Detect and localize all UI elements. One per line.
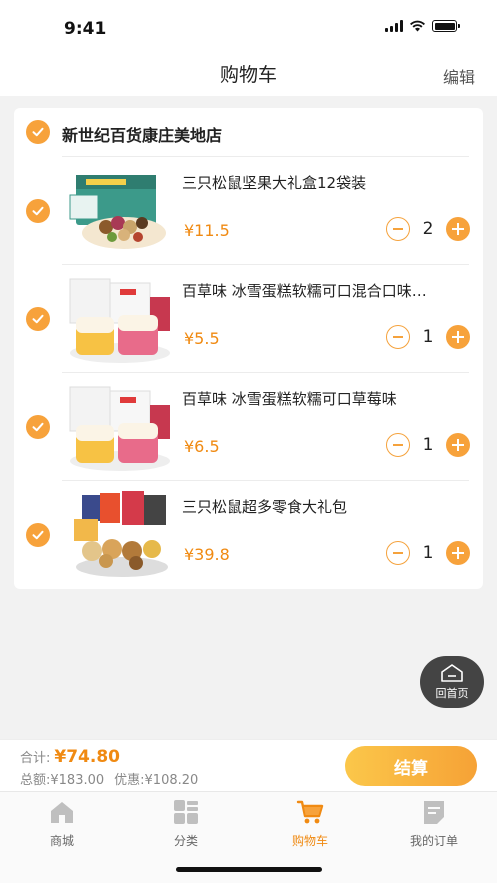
total-value: ¥74.80 <box>54 747 120 767</box>
total-row: 合计: ¥74.80 <box>20 747 120 767</box>
edit-button[interactable]: 编辑 <box>443 64 475 88</box>
item-checkbox[interactable] <box>26 307 50 331</box>
tab-label: 购物车 <box>291 834 328 848</box>
tab-cart[interactable]: 购物车 <box>248 798 372 849</box>
cart-item: 三只松鼠坚果大礼盒12袋装 ¥11.5 2 <box>14 157 483 265</box>
decrease-button[interactable] <box>386 433 410 457</box>
checkmark-icon <box>32 530 44 540</box>
item-price: ¥5.5 <box>184 329 220 348</box>
cart-item: 百草味 冰雪蛋糕软糯可口混合口味早餐 ¥5.5 1 <box>14 265 483 373</box>
item-title[interactable]: 百草味 冰雪蛋糕软糯可口混合口味早餐 <box>182 280 440 301</box>
back-home-label: 回首页 <box>435 687 469 700</box>
tab-mall[interactable]: 商城 <box>0 798 124 849</box>
cart-item: 百草味 冰雪蛋糕软糯可口草莓味 ¥6.5 1 <box>14 373 483 481</box>
nav-bar: 购物车 编辑 <box>0 56 497 96</box>
status-time: 9:41 <box>64 19 107 39</box>
tab-label: 商城 <box>49 834 74 848</box>
store-name: 新世纪百货康庄美地店 <box>62 126 223 145</box>
product-image[interactable] <box>66 273 174 365</box>
checkout-bar: 合计: ¥74.80 总额:¥183.00 优惠:¥108.20 结算 <box>0 739 497 791</box>
decrease-button[interactable] <box>386 541 410 565</box>
page-title: 购物车 <box>219 64 277 86</box>
checkmark-icon <box>32 314 44 324</box>
checkmark-icon <box>32 206 44 216</box>
store-checkbox[interactable] <box>26 120 50 144</box>
increase-button[interactable] <box>446 541 470 565</box>
quantity-value: 1 <box>422 435 434 455</box>
increase-button[interactable] <box>446 217 470 241</box>
battery-icon <box>432 20 460 32</box>
back-home-button[interactable]: 回首页 <box>420 656 484 708</box>
cart-item: 三只松鼠超多零食大礼包 ¥39.8 1 <box>14 481 483 589</box>
item-price: ¥39.8 <box>184 545 230 564</box>
grid-icon <box>174 800 198 824</box>
quantity-value: 2 <box>422 219 434 239</box>
product-image[interactable] <box>66 381 174 473</box>
cart-card: 新世纪百货康庄美地店 三只松鼠坚果大礼盒12袋装 ¥11.5 2 百草味 冰雪蛋… <box>14 108 483 589</box>
tab-label: 我的订单 <box>409 834 458 848</box>
checkmark-icon <box>32 127 44 137</box>
quantity-stepper: 1 <box>386 541 470 565</box>
tab-label: 分类 <box>173 834 198 848</box>
order-icon <box>424 801 444 824</box>
status-icons <box>385 20 460 32</box>
item-checkbox[interactable] <box>26 415 50 439</box>
summary-row: 总额:¥183.00 优惠:¥108.20 <box>20 769 198 788</box>
home-indicator <box>176 867 322 872</box>
home-icon <box>441 664 463 682</box>
increase-button[interactable] <box>446 325 470 349</box>
signal-icon <box>385 20 403 32</box>
decrease-button[interactable] <box>386 325 410 349</box>
cart-icon <box>296 800 324 824</box>
quantity-value: 1 <box>422 543 434 563</box>
discount-text: 优惠:¥108.20 <box>114 773 199 788</box>
quantity-stepper: 1 <box>386 325 470 349</box>
item-price: ¥6.5 <box>184 437 220 456</box>
tab-category[interactable]: 分类 <box>124 798 248 849</box>
product-image[interactable] <box>66 165 174 257</box>
checkmark-icon <box>32 422 44 432</box>
home-icon <box>51 802 73 823</box>
increase-button[interactable] <box>446 433 470 457</box>
total-label: 合计: <box>20 751 51 766</box>
quantity-stepper: 1 <box>386 433 470 457</box>
checkout-button[interactable]: 结算 <box>345 746 477 786</box>
item-price: ¥11.5 <box>184 221 230 240</box>
status-bar: 9:41 <box>0 0 497 56</box>
item-checkbox[interactable] <box>26 199 50 223</box>
quantity-value: 1 <box>422 327 434 347</box>
quantity-stepper: 2 <box>386 217 470 241</box>
product-image[interactable] <box>66 489 174 581</box>
item-checkbox[interactable] <box>26 523 50 547</box>
item-title[interactable]: 三只松鼠坚果大礼盒12袋装 <box>182 172 440 193</box>
sum-text: 总额:¥183.00 <box>20 773 105 788</box>
tab-orders[interactable]: 我的订单 <box>372 798 496 849</box>
wifi-icon <box>410 20 425 32</box>
decrease-button[interactable] <box>386 217 410 241</box>
item-title[interactable]: 百草味 冰雪蛋糕软糯可口草莓味 <box>182 388 440 409</box>
item-title[interactable]: 三只松鼠超多零食大礼包 <box>182 496 440 517</box>
